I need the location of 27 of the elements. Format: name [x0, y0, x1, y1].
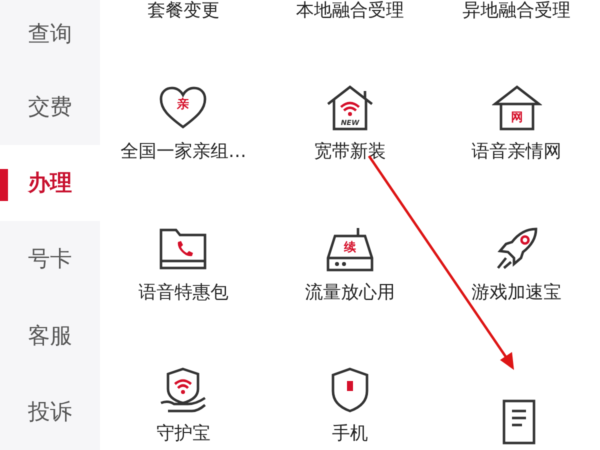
- folder-phone-icon[interactable]: [158, 226, 208, 272]
- shield-hand-icon[interactable]: [158, 367, 208, 413]
- service-label[interactable]: 套餐变更: [147, 0, 220, 22]
- sidebar-label: 办理: [28, 170, 72, 198]
- service-label[interactable]: 语音亲情网: [472, 139, 562, 163]
- heart-icon[interactable]: 亲: [158, 85, 208, 131]
- selection-bar: [0, 168, 8, 201]
- sidebar-item[interactable]: 投诉: [0, 374, 100, 450]
- service-label[interactable]: 守护宝: [156, 421, 210, 445]
- sidebar-item[interactable]: 交费: [0, 68, 100, 145]
- sidebar-item[interactable]: 办理: [0, 144, 100, 222]
- service-label[interactable]: 语音特惠包: [138, 280, 228, 304]
- sidebar-item[interactable]: 查询: [0, 0, 100, 69]
- sidebar-item[interactable]: 号卡: [0, 221, 100, 298]
- sidebar-item[interactable]: 客服: [0, 297, 100, 374]
- service-label[interactable]: 本地融合受理: [296, 0, 404, 22]
- service-label[interactable]: 全国一家亲组…: [120, 139, 246, 163]
- sidebar-label: 号卡: [28, 246, 72, 274]
- service-label[interactable]: 异地融合受理: [462, 0, 571, 22]
- sidebar-label: 交费: [28, 94, 72, 122]
- service-label[interactable]: 宽带新装: [314, 139, 386, 163]
- service-label[interactable]: 流量放心用: [304, 280, 395, 304]
- service-label[interactable]: 手机: [332, 421, 368, 445]
- sidebar-label: 投诉: [28, 398, 72, 427]
- sidebar-label: 查询: [28, 21, 72, 50]
- service-label[interactable]: 游戏加速宝: [472, 280, 562, 304]
- sidebar-label: 客服: [28, 322, 72, 351]
